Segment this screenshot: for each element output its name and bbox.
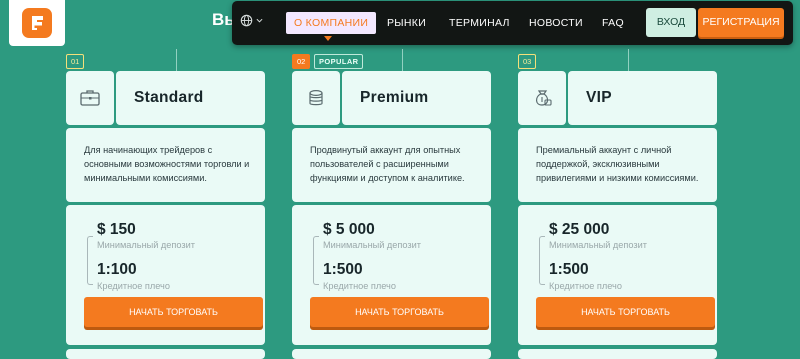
- nav-item-faq[interactable]: FAQ: [602, 12, 624, 34]
- leverage-value: 1:500: [549, 261, 589, 278]
- start-trading-button[interactable]: НАЧАТЬ ТОРГОВАТЬ: [84, 297, 263, 327]
- plan-number-badge: 02: [292, 54, 311, 69]
- briefcase-icon: [80, 90, 100, 106]
- plan-description: Премиальный аккаунт с личной поддержкой,…: [536, 145, 699, 183]
- active-indicator: [324, 36, 332, 41]
- plan-details-box: $ 5 000 Минимальный депозит 1:500 Кредит…: [292, 205, 491, 345]
- plan-details-box: $ 150 Минимальный депозит 1:100 Кредитно…: [66, 205, 265, 345]
- min-deposit-value: $ 150: [97, 221, 136, 238]
- plan-description: Для начинающих трейдеров с основными воз…: [84, 145, 250, 183]
- chevron-down-icon: [256, 18, 263, 23]
- decor-line: [628, 49, 629, 71]
- card-footer-edge: [292, 349, 491, 359]
- logo-mark-icon: [22, 8, 52, 38]
- login-button[interactable]: ВХОД: [646, 8, 696, 37]
- money-bag-icon: [535, 90, 552, 106]
- min-deposit-value: $ 5 000: [323, 221, 375, 238]
- card-footer-edge: [66, 349, 265, 359]
- nav-item-terminal[interactable]: ТЕРМИНАЛ: [449, 12, 510, 34]
- nav-item-markets[interactable]: РЫНКИ: [387, 12, 426, 34]
- plan-description-box: Продвинутый аккаунт для опытных пользова…: [292, 128, 491, 202]
- leverage-label: Кредитное плечо: [323, 281, 396, 291]
- decor-line: [176, 49, 177, 71]
- plan-number-badge: 01: [66, 54, 85, 69]
- register-button[interactable]: РЕГИСТРАЦИЯ: [698, 8, 784, 37]
- plan-number-badge: 03: [518, 54, 537, 69]
- plan-name-box: VIP: [568, 71, 717, 125]
- bracket-divider: [313, 236, 319, 285]
- leverage-label: Кредитное плечо: [549, 281, 622, 291]
- bracket-divider: [87, 236, 93, 285]
- leverage-value: 1:100: [97, 261, 137, 278]
- decor-line: [402, 49, 403, 71]
- plan-name: VIP: [586, 89, 612, 106]
- plan-name-box: Standard: [116, 71, 265, 125]
- top-navbar: О КОМПАНИИ РЫНКИ ТЕРМИНАЛ НОВОСТИ FAQ ВХ…: [232, 1, 793, 45]
- bracket-divider: [539, 236, 545, 285]
- start-trading-button[interactable]: НАЧАТЬ ТОРГОВАТЬ: [536, 297, 715, 327]
- leverage-value: 1:500: [323, 261, 363, 278]
- plan-name-box: Premium: [342, 71, 491, 125]
- plan-name: Premium: [360, 89, 429, 106]
- min-deposit-label: Минимальный депозит: [549, 240, 647, 250]
- nav-item-about[interactable]: О КОМПАНИИ: [286, 12, 377, 34]
- min-deposit-label: Минимальный депозит: [97, 240, 195, 250]
- logo[interactable]: [9, 0, 65, 46]
- min-deposit-value: $ 25 000: [549, 221, 610, 238]
- coins-icon: [309, 89, 323, 106]
- popular-badge: POPULAR: [314, 54, 364, 69]
- plan-name: Standard: [134, 89, 204, 106]
- nav-item-news[interactable]: НОВОСТИ: [529, 12, 583, 34]
- plan-icon-box: [518, 71, 566, 125]
- language-selector[interactable]: [240, 14, 263, 27]
- plan-icon-box: [66, 71, 114, 125]
- plan-description-box: Для начинающих трейдеров с основными воз…: [66, 128, 265, 202]
- min-deposit-label: Минимальный депозит: [323, 240, 421, 250]
- plan-description-box: Премиальный аккаунт с личной поддержкой,…: [518, 128, 717, 202]
- globe-icon: [240, 14, 253, 27]
- plan-description: Продвинутый аккаунт для опытных пользова…: [310, 145, 465, 183]
- plan-icon-box: [292, 71, 340, 125]
- leverage-label: Кредитное плечо: [97, 281, 170, 291]
- plan-details-box: $ 25 000 Минимальный депозит 1:500 Креди…: [518, 205, 717, 345]
- start-trading-button[interactable]: НАЧАТЬ ТОРГОВАТЬ: [310, 297, 489, 327]
- card-footer-edge: [518, 349, 717, 359]
